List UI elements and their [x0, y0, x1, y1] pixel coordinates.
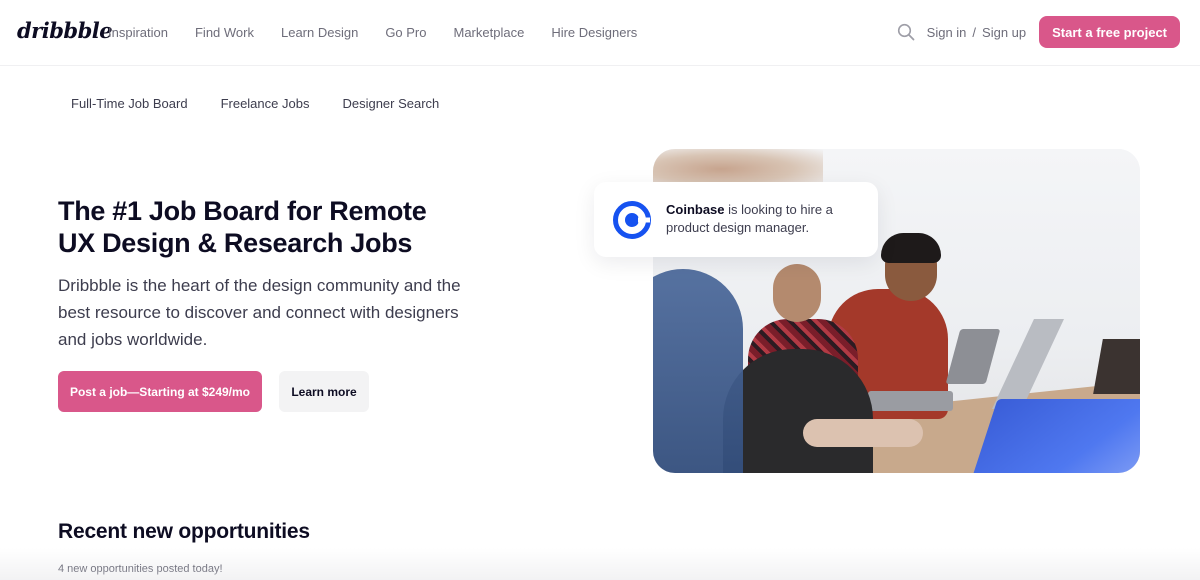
hero-description: Dribbble is the heart of the design comm…	[58, 276, 461, 349]
learn-more-button[interactable]: Learn more	[279, 371, 369, 412]
dribbble-logo[interactable]: dribbble	[17, 18, 113, 43]
hero-title-line-1: The #1 Job Board for Remote	[58, 196, 427, 226]
nav-hire-designers[interactable]: Hire Designers	[551, 25, 637, 40]
photo-person-blue-sweater	[653, 269, 743, 473]
recent-opportunities-subtitle: 4 new opportunities posted today!	[58, 563, 223, 575]
coinbase-logo-icon	[613, 201, 651, 239]
nav-find-work[interactable]: Find Work	[195, 25, 254, 40]
sign-up-link[interactable]: Sign up	[982, 25, 1026, 40]
auth-links: Sign in / Sign up	[927, 25, 1026, 40]
jobs-subnav: Full-Time Job Board Freelance Jobs Desig…	[71, 96, 472, 111]
post-job-button[interactable]: Post a job—Starting at $249/mo	[58, 371, 262, 412]
hero-title-line-2: UX Design & Research Jobs	[58, 228, 413, 258]
nav-learn-design[interactable]: Learn Design	[281, 25, 358, 40]
sign-in-link[interactable]: Sign in	[927, 25, 967, 40]
photo-laptop-blue-screen	[968, 399, 1140, 473]
subnav-freelance-jobs[interactable]: Freelance Jobs	[221, 96, 310, 111]
hiring-callout-card: Coinbase is looking to hire a product de…	[594, 182, 878, 257]
photo-hands	[803, 419, 923, 447]
nav-go-pro[interactable]: Go Pro	[385, 25, 426, 40]
callout-text: Coinbase is looking to hire a product de…	[666, 201, 866, 237]
hero-title: The #1 Job Board for Remote UX Design & …	[58, 195, 518, 259]
subnav-designer-search[interactable]: Designer Search	[342, 96, 439, 111]
photo-person-head	[773, 264, 821, 322]
callout-company: Coinbase	[666, 202, 725, 217]
nav-inspiration[interactable]: Inspiration	[108, 25, 168, 40]
photo-person-dark-sweater	[723, 349, 873, 473]
auth-separator: /	[972, 24, 977, 40]
recent-opportunities-title: Recent new opportunities	[58, 520, 310, 543]
nav-marketplace[interactable]: Marketplace	[454, 25, 525, 40]
subnav-full-time-job-board[interactable]: Full-Time Job Board	[71, 96, 188, 111]
photo-person-hair	[881, 233, 941, 263]
main-nav: Inspiration Find Work Learn Design Go Pr…	[108, 25, 664, 40]
photo-laptop	[868, 391, 953, 411]
search-icon[interactable]	[897, 23, 915, 41]
start-free-project-button[interactable]: Start a free project	[1039, 16, 1180, 48]
top-header: dribbble Inspiration Find Work Learn Des…	[0, 0, 1200, 66]
header-actions: Sign in / Sign up Start a free project	[897, 16, 1180, 48]
